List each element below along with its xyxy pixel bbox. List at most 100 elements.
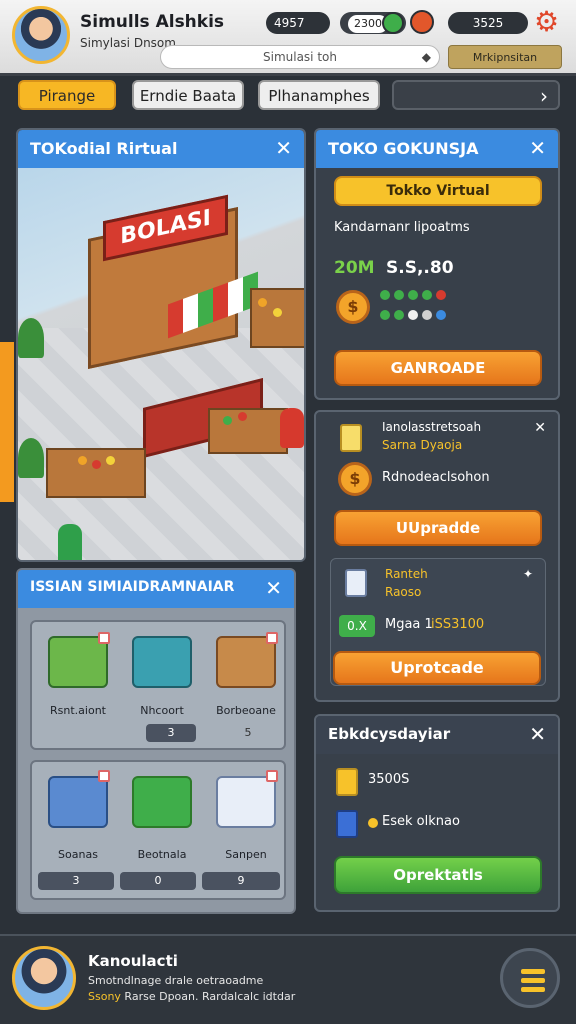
fruit-icon xyxy=(78,456,87,465)
fruit-icon xyxy=(273,308,282,317)
search-input[interactable]: Simulasi toh ◆ xyxy=(160,45,440,69)
inventory-panel-title: ISSIAN SIMIAIDRAMNAIAR xyxy=(30,579,235,595)
fruit-shelf[interactable] xyxy=(250,288,304,348)
top-header: Simulls Alshkis Simylasi Dnsom 4957 2300… xyxy=(0,0,576,76)
coin-icon: $ xyxy=(336,290,370,324)
options-button[interactable]: Oprektatls xyxy=(334,856,542,894)
toko-action-button[interactable]: GANROADE xyxy=(334,350,542,386)
item-checkbox[interactable] xyxy=(98,770,110,782)
close-icon[interactable]: ✕ xyxy=(529,136,546,160)
inventory-panel: ISSIAN SIMIAIDRAMNAIAR ✕ Rsnt.aiont Nhco… xyxy=(16,568,296,914)
scene-panel-header: TOKodial Rirtual ✕ xyxy=(18,130,304,168)
customer-character[interactable] xyxy=(280,408,304,448)
gold-bar-icon xyxy=(336,768,358,796)
inventory-group-bottom: Soanas Beotnala Sanpen 3 0 9 xyxy=(30,760,286,900)
tab-bar: Pirange Erndie Baata Plhanamphes › xyxy=(0,76,576,114)
item-label: Soanas xyxy=(58,848,98,861)
plant-decoration xyxy=(18,438,44,478)
subcard-title: Ranteh xyxy=(385,567,428,581)
item-label: Beotnala xyxy=(137,848,187,861)
store-scene-panel: TOKodial Rirtual ✕ BOLASI xyxy=(16,128,306,562)
shop-button[interactable]: Tokko Virtual xyxy=(334,176,542,206)
tab-pirange[interactable]: Pirange xyxy=(18,80,116,110)
plant-decoration xyxy=(18,318,44,358)
status-dot xyxy=(422,310,432,320)
fruit-icon xyxy=(258,298,267,307)
item-label: Nhcoort xyxy=(140,704,184,717)
scene-panel-title: TOKodial Rirtual xyxy=(30,139,178,158)
gear-icon[interactable]: ⚙ xyxy=(534,8,562,36)
advisor-name: Kanoulacti xyxy=(88,952,178,970)
item-label: Sanpen xyxy=(225,848,267,861)
market-button[interactable]: Mrkipnsitan xyxy=(448,45,562,69)
customer-character[interactable] xyxy=(58,524,82,560)
ticket-icon xyxy=(336,810,358,838)
status-dot xyxy=(436,310,446,320)
bottom-bar: Kanoulacti Smotndlnage drale oetraoadme … xyxy=(0,934,576,1024)
status-dot xyxy=(422,290,432,300)
status-dot xyxy=(380,310,390,320)
advisor-message-line-1: Smotndlnage drale oetraoadme xyxy=(88,974,264,987)
sparkle-icon: ✦ xyxy=(523,567,534,581)
upgrade-subcard: Ranteh Raoso ✦ 0.X Mgaa 1 iSS3100 Uprotc… xyxy=(330,558,546,686)
bullet-icon xyxy=(368,818,378,828)
item-label: Borbeoane xyxy=(216,704,276,717)
store-scene[interactable]: BOLASI xyxy=(18,168,304,560)
fruit-crate[interactable] xyxy=(208,408,288,454)
tab-erndie-baata[interactable]: Erndie Baata xyxy=(132,80,244,110)
item-checkbox[interactable] xyxy=(98,632,110,644)
item-checkbox[interactable] xyxy=(266,632,278,644)
item-count: 9 xyxy=(202,872,280,890)
status-dot xyxy=(408,290,418,300)
search-dropdown-icon[interactable]: ◆ xyxy=(422,46,431,68)
status-dot xyxy=(394,290,404,300)
fruit-crate[interactable] xyxy=(46,448,146,498)
player-subtitle: Simylasi Dnsom xyxy=(80,36,176,50)
advisor-message-line-2: Ssony Rarse Dpoan. Rardalcalc idtdar xyxy=(88,990,295,1003)
gem-icon[interactable] xyxy=(410,10,434,34)
menu-icon xyxy=(521,987,545,992)
upgrade-panel: Ianolasstretsoah Sarna Dyaoja ✕ $ Rdnode… xyxy=(314,410,560,702)
upgrade-button-2[interactable]: Uprotcade xyxy=(333,651,541,685)
upgrade-row1-sub: Sarna Dyaoja xyxy=(382,438,463,452)
add-currency-icon[interactable] xyxy=(382,12,404,34)
advisor-highlight: Ssony xyxy=(88,990,121,1003)
currency-stat-3: 3525 xyxy=(448,12,528,34)
tab-plhanamphes[interactable]: Plhanamphes xyxy=(258,80,380,110)
toko-panel-header: TOKO GOKUNSJA ✕ xyxy=(316,130,558,168)
upgrade-button-1[interactable]: UUpradde xyxy=(334,510,542,546)
upgrade-row2-text: Rdnodeaclsohon xyxy=(382,470,490,485)
menu-button[interactable] xyxy=(500,948,560,1008)
side-drawer-handle[interactable] xyxy=(0,342,14,502)
subcard-sub: Raoso xyxy=(385,585,422,599)
tab-next-arrow[interactable]: › xyxy=(392,80,560,110)
cash-register-icon[interactable] xyxy=(48,776,108,828)
card-reader-icon[interactable] xyxy=(216,776,276,828)
subcard-badge: 0.X xyxy=(339,615,375,637)
options-row1: 3500S xyxy=(368,772,410,787)
toko-panel: TOKO GOKUNSJA ✕ Tokko Virtual Kandarnanr… xyxy=(314,128,560,400)
fruit-basket-icon[interactable] xyxy=(132,636,192,688)
status-dot xyxy=(436,290,446,300)
close-icon[interactable]: ✕ xyxy=(529,722,546,746)
options-row2: Esek olknao xyxy=(382,814,460,829)
item-count: 3 xyxy=(38,872,114,890)
player-avatar[interactable] xyxy=(12,6,70,64)
player-name: Simulls Alshkis xyxy=(80,12,225,32)
fruit-icon xyxy=(238,412,247,421)
item-checkbox[interactable] xyxy=(266,770,278,782)
coin-icon: $ xyxy=(338,462,372,496)
advisor-avatar[interactable] xyxy=(12,946,76,1010)
close-icon[interactable]: ✕ xyxy=(275,136,292,160)
advisor-message-rest: Rarse Dpoan. Rardalcalc idtdar xyxy=(120,990,296,1003)
menu-icon xyxy=(521,969,545,974)
green-box-icon[interactable] xyxy=(132,776,192,828)
fruit-icon xyxy=(223,416,232,425)
item-count: 0 xyxy=(120,872,196,890)
options-panel: Ebkdcysdayiar ✕ 3500S Esek olknao Oprekt… xyxy=(314,714,560,912)
search-placeholder: Simulasi toh xyxy=(263,50,337,64)
toko-amount-right: S.S,.80 xyxy=(386,258,454,278)
close-icon[interactable]: ✕ xyxy=(534,420,546,436)
status-dot xyxy=(408,310,418,320)
close-icon[interactable]: ✕ xyxy=(265,576,282,600)
